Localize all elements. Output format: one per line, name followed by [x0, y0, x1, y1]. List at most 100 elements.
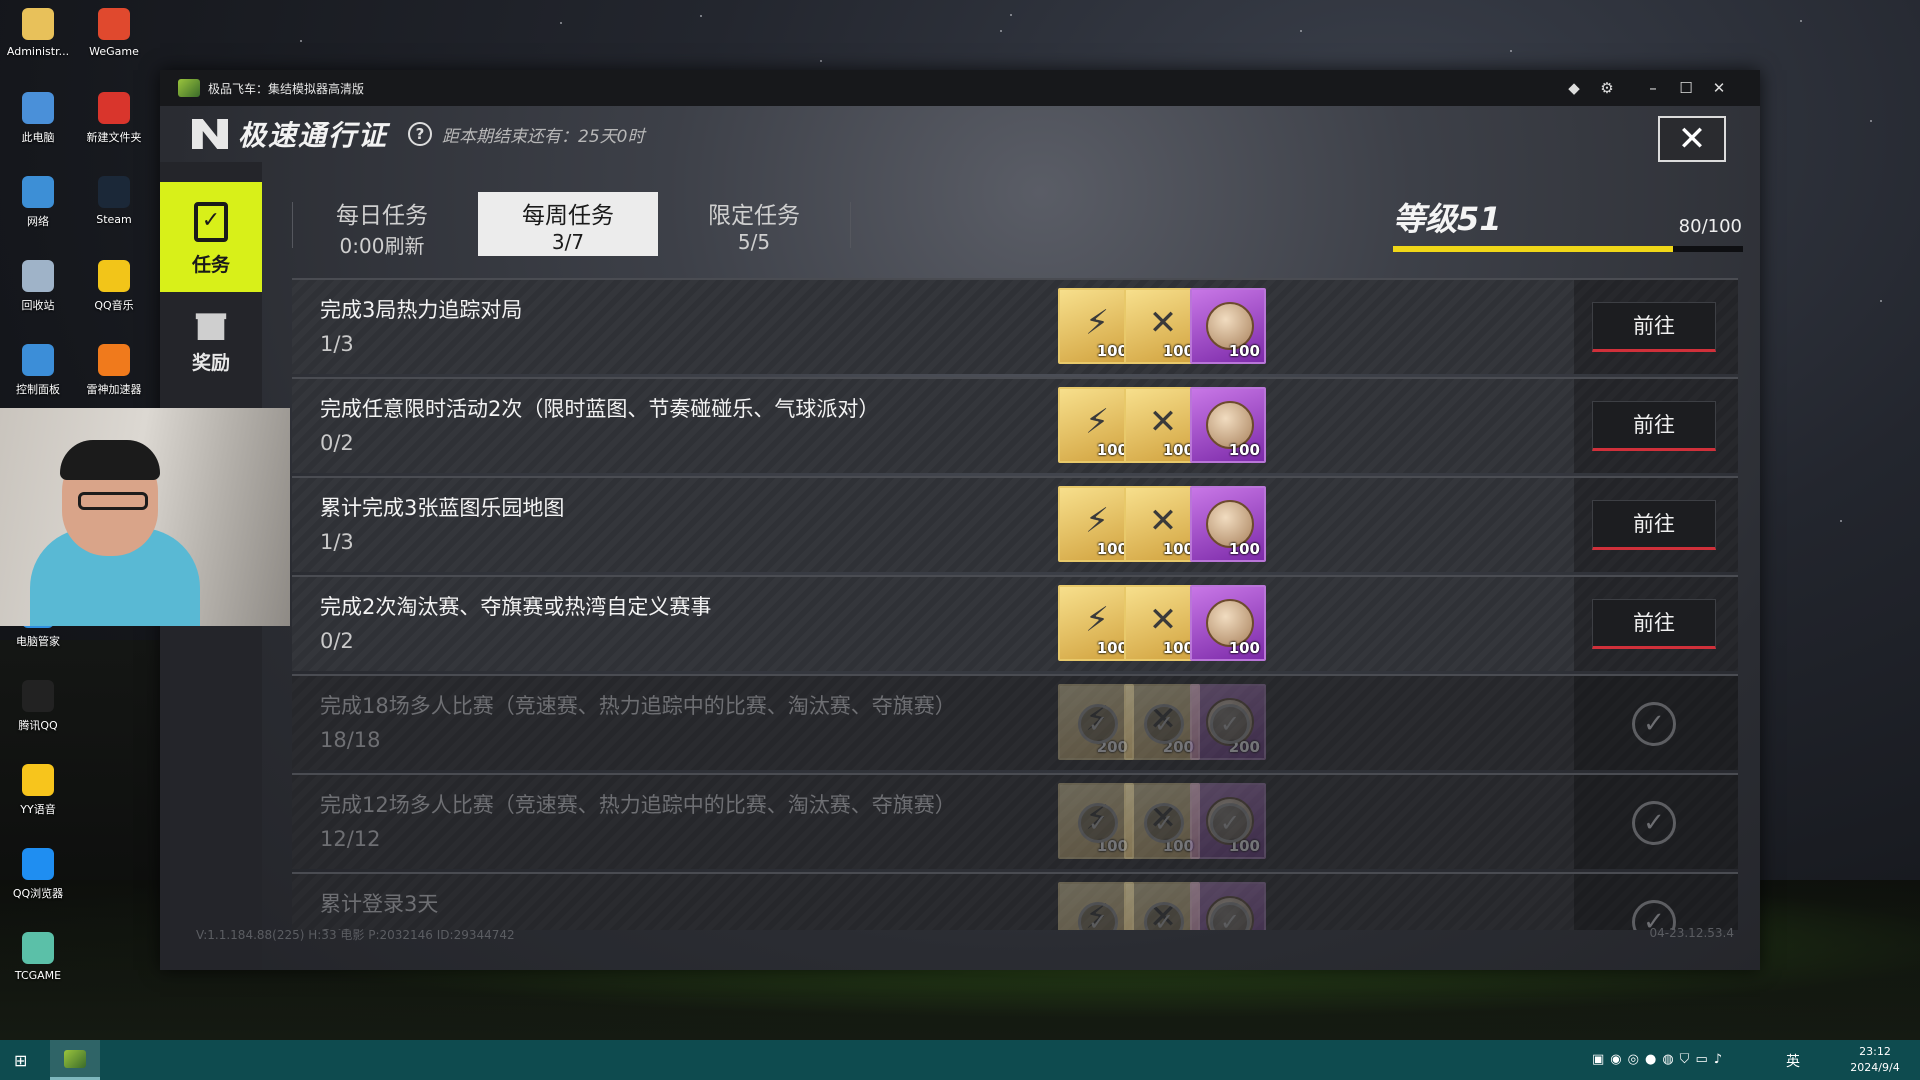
help-icon[interactable]: ?: [408, 122, 433, 146]
desktop-icon[interactable]: Steam: [76, 176, 152, 226]
wrench-reward-icon[interactable]: ✕ 100: [1124, 387, 1200, 463]
maximize-icon[interactable]: ☐: [1676, 78, 1696, 98]
tab-weekly-tasks[interactable]: 每周任务 3/7: [478, 192, 658, 256]
tab-daily-tasks[interactable]: 每日任务 0:00刷新: [292, 192, 472, 258]
yy-tray-icon[interactable]: ◍: [1662, 1052, 1679, 1067]
task-progress: 1/3: [320, 530, 354, 554]
rank-badge-reward-icon[interactable]: ⚡200✓: [1058, 684, 1134, 760]
nav-item-rewards[interactable]: 奖励: [160, 302, 262, 392]
rank-badge-reward-icon[interactable]: ⚡100✓: [1058, 783, 1134, 859]
desktop-icon[interactable]: 网络: [0, 176, 76, 229]
reward-amount: 100: [1228, 441, 1260, 459]
qq-tray-icon[interactable]: ◉: [1610, 1052, 1627, 1067]
go-button[interactable]: 前往: [1592, 599, 1716, 649]
input-language[interactable]: 英: [1786, 1051, 1800, 1071]
coin-reward-icon[interactable]: 200 ✓: [1190, 684, 1266, 760]
claimed-check-icon: ✓: [1078, 704, 1118, 744]
window-title: 极品飞车：集结模拟器高清版: [208, 81, 365, 96]
steam-tray-icon[interactable]: ◎: [1628, 1052, 1645, 1067]
wrench-icon: ✕: [1148, 402, 1178, 442]
desktop-icon[interactable]: YY语音: [0, 764, 76, 817]
desktop-icon-label: QQ音乐: [94, 299, 134, 312]
wrench-reward-icon[interactable]: ✕ 100: [1124, 288, 1200, 364]
star: [700, 15, 702, 17]
desktop-icon[interactable]: WeGame: [76, 8, 152, 58]
user-folder-icon: [22, 8, 54, 40]
webcam-overlay: [0, 408, 290, 626]
desktop-icon[interactable]: 新建文件夹: [76, 92, 152, 145]
tab-label: 每周任务: [522, 203, 614, 229]
recycle-bin-icon: [22, 260, 54, 292]
close-icon[interactable]: ✕: [1709, 78, 1729, 98]
desktop-icon-label: 腾讯QQ: [18, 719, 58, 732]
game-window: 极品飞车：集结模拟器高清版 ◆ ⚙ – ☐ ✕ 极速通行证 ? 距本期结束还有：…: [160, 70, 1760, 970]
nav-item-tasks[interactable]: ✓ 任务: [160, 182, 262, 292]
rank-badge-reward-icon[interactable]: ⚡ 100: [1058, 387, 1134, 463]
wrench-reward-icon[interactable]: ✕200✓: [1124, 684, 1200, 760]
nvidia-icon[interactable]: ▣: [1592, 1052, 1610, 1067]
minimize-icon[interactable]: –: [1643, 78, 1663, 98]
desktop-icon[interactable]: TCGAME: [0, 932, 76, 982]
tab-limited-tasks[interactable]: 限定任务 5/5: [664, 192, 844, 256]
wrench-reward-icon[interactable]: ✕50✓: [1124, 882, 1200, 930]
desktop-icon[interactable]: QQ音乐: [76, 260, 152, 313]
volume-icon[interactable]: ♪: [1714, 1052, 1728, 1067]
desktop-icon[interactable]: 腾讯QQ: [0, 680, 76, 733]
task-name: 累计登录3天: [320, 892, 439, 916]
taskbar-clock[interactable]: 23:12 2024/9/4: [1840, 1044, 1910, 1076]
steam-icon: [98, 176, 130, 208]
coin-reward-icon[interactable]: 100: [1190, 486, 1266, 562]
tcgame-icon: [22, 932, 54, 964]
wrench-icon: ✕: [1148, 303, 1178, 343]
star: [1000, 30, 1002, 32]
rank-badge-reward-icon[interactable]: ⚡ 100: [1058, 486, 1134, 562]
tab-sub: 0:00刷新: [339, 234, 425, 258]
nfs-logo-icon: [192, 119, 228, 149]
tab-sub: 3/7: [551, 230, 585, 254]
go-button[interactable]: 前往: [1592, 302, 1716, 352]
windows-start-icon[interactable]: ⊞: [14, 1052, 32, 1070]
task-row: 完成2次淘汰赛、夺旗赛或热湾自定义赛事 0/2 ⚡ 100 ✕ 100 100 前往: [292, 575, 1738, 671]
coin-reward-icon[interactable]: 50✓: [1190, 882, 1266, 930]
star: [1800, 20, 1802, 22]
coin-reward-icon[interactable]: 100: [1190, 288, 1266, 364]
coin-reward-icon[interactable]: 100: [1190, 585, 1266, 661]
gear-icon[interactable]: ⚙: [1597, 78, 1617, 98]
desktop-icon[interactable]: QQ浏览器: [0, 848, 76, 901]
go-button[interactable]: 前往: [1592, 401, 1716, 451]
desktop-icon[interactable]: Administr...: [0, 8, 76, 58]
nav-tasks-label: 任务: [191, 254, 230, 276]
desktop-icon[interactable]: 此电脑: [0, 92, 76, 145]
wrench-icon: ✕: [1148, 600, 1178, 640]
diamond-icon[interactable]: ◆: [1564, 78, 1584, 98]
coin-reward-icon[interactable]: 100: [1190, 387, 1266, 463]
network-tray-icon[interactable]: ▭: [1695, 1052, 1713, 1067]
wegame-tray-icon[interactable]: ●: [1645, 1052, 1662, 1067]
go-button[interactable]: 前往: [1592, 500, 1716, 550]
taskbar-game-app[interactable]: [50, 1040, 100, 1080]
rank-badge-reward-icon[interactable]: ⚡ 100: [1058, 288, 1134, 364]
desktop-icon[interactable]: 回收站: [0, 260, 76, 313]
wrench-reward-icon[interactable]: ✕ 100: [1124, 585, 1200, 661]
wrench-reward-icon[interactable]: ✕100✓: [1124, 783, 1200, 859]
task-row: 完成18场多人比赛（竞速赛、热力追踪中的比赛、淘汰赛、夺旗赛） 18/18 ⚡200…: [292, 674, 1738, 770]
star: [1870, 120, 1872, 122]
yy-voice-icon: [22, 764, 54, 796]
task-name: 完成2次淘汰赛、夺旗赛或热湾自定义赛事: [320, 595, 712, 619]
rank-badge-reward-icon[interactable]: ⚡50✓: [1058, 882, 1134, 930]
wrench-icon: ✕: [1148, 501, 1178, 541]
close-pass-button[interactable]: ✕: [1658, 116, 1726, 162]
qq-music-icon: [98, 260, 130, 292]
game-app-icon: [64, 1050, 86, 1068]
wrench-reward-icon[interactable]: ✕ 100: [1124, 486, 1200, 562]
desktop-icon[interactable]: 控制面板: [0, 344, 76, 397]
tab-divider: [850, 202, 851, 248]
coin-reward-icon[interactable]: 100 ✓: [1190, 783, 1266, 859]
task-progress: 0/2: [320, 629, 354, 653]
shield-tray-icon[interactable]: ⛉: [1680, 1052, 1696, 1067]
task-progress: 1/3: [320, 332, 354, 356]
level-progress-fill: [1393, 246, 1673, 252]
desktop-icon[interactable]: 雷神加速器: [76, 344, 152, 397]
task-list[interactable]: 完成3局热力追踪对局 1/3 ⚡ 100 ✕ 100 100 前往 完成任意限时活动2次（限时蓝…: [292, 278, 1738, 930]
rank-badge-reward-icon[interactable]: ⚡ 100: [1058, 585, 1134, 661]
